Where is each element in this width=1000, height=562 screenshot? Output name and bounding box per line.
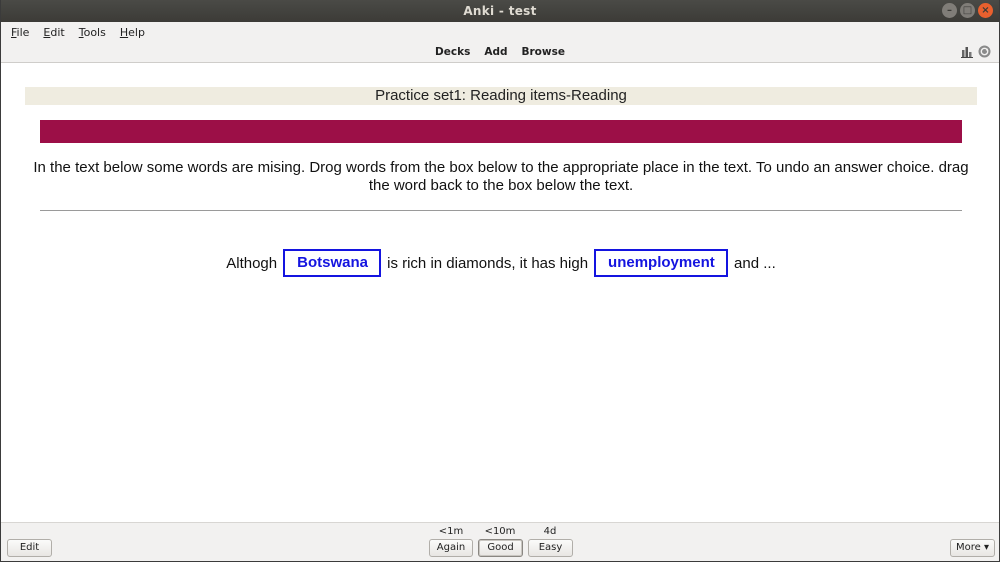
toolbar-icons xyxy=(961,45,991,58)
sentence-part-2: is rich in diamonds, it has high xyxy=(387,254,589,272)
menu-tools-label: ools xyxy=(83,25,106,39)
menu-edit-label: dit xyxy=(50,25,65,39)
window-controls: – □ × xyxy=(942,3,993,18)
stats-icon[interactable] xyxy=(961,45,974,58)
sentence-part-3: and ... xyxy=(734,254,776,272)
easy-interval: 4d xyxy=(543,526,557,537)
decks-link[interactable]: Decks xyxy=(435,46,470,58)
window-title: Anki - test xyxy=(463,4,537,18)
answer-slot-2[interactable]: unemployment xyxy=(594,249,729,277)
good-button[interactable]: Good xyxy=(478,539,523,557)
add-link[interactable]: Add xyxy=(484,46,507,58)
answer-bar: Edit <1m <10m 4d Again Good Easy More ▾ xyxy=(1,522,999,561)
again-button[interactable]: Again xyxy=(429,539,473,557)
menu-help-label: elp xyxy=(128,25,145,39)
anki-window: Anki - test – □ × File Edit Tools Help D… xyxy=(0,0,1000,562)
practice-header: Practice set1: Reading items-Reading xyxy=(25,87,977,105)
cloze-sentence: Althogh Botswana is rich in diamonds, it… xyxy=(1,249,999,277)
menu-tools[interactable]: Tools xyxy=(79,26,106,39)
divider xyxy=(40,210,962,211)
good-interval: <10m xyxy=(484,526,516,537)
maximize-icon[interactable]: □ xyxy=(960,3,975,18)
toolbar: Decks Add Browse xyxy=(1,42,999,63)
menu-file[interactable]: File xyxy=(11,26,29,39)
again-interval: <1m xyxy=(438,526,464,537)
easy-button[interactable]: Easy xyxy=(528,539,573,557)
reviewer-content: Practice set1: Reading items-Reading In … xyxy=(1,63,999,523)
sync-icon[interactable] xyxy=(978,45,991,58)
browse-link[interactable]: Browse xyxy=(522,46,565,58)
edit-button[interactable]: Edit xyxy=(7,539,52,557)
menu-edit[interactable]: Edit xyxy=(43,26,64,39)
menu-help-mnemonic: H xyxy=(119,25,129,39)
title-bar: Anki - test – □ × xyxy=(1,0,999,22)
more-button[interactable]: More ▾ xyxy=(950,539,995,557)
decorative-bar xyxy=(40,120,962,143)
close-icon[interactable]: × xyxy=(978,3,993,18)
menu-file-label: ile xyxy=(16,25,30,39)
sentence-part-1: Althogh xyxy=(226,254,278,272)
menu-bar: File Edit Tools Help xyxy=(1,22,999,42)
minimize-icon[interactable]: – xyxy=(942,3,957,18)
menu-help[interactable]: Help xyxy=(120,26,145,39)
instructions-text: In the text below some words are mising.… xyxy=(33,159,969,194)
answer-slot-1[interactable]: Botswana xyxy=(283,249,382,277)
